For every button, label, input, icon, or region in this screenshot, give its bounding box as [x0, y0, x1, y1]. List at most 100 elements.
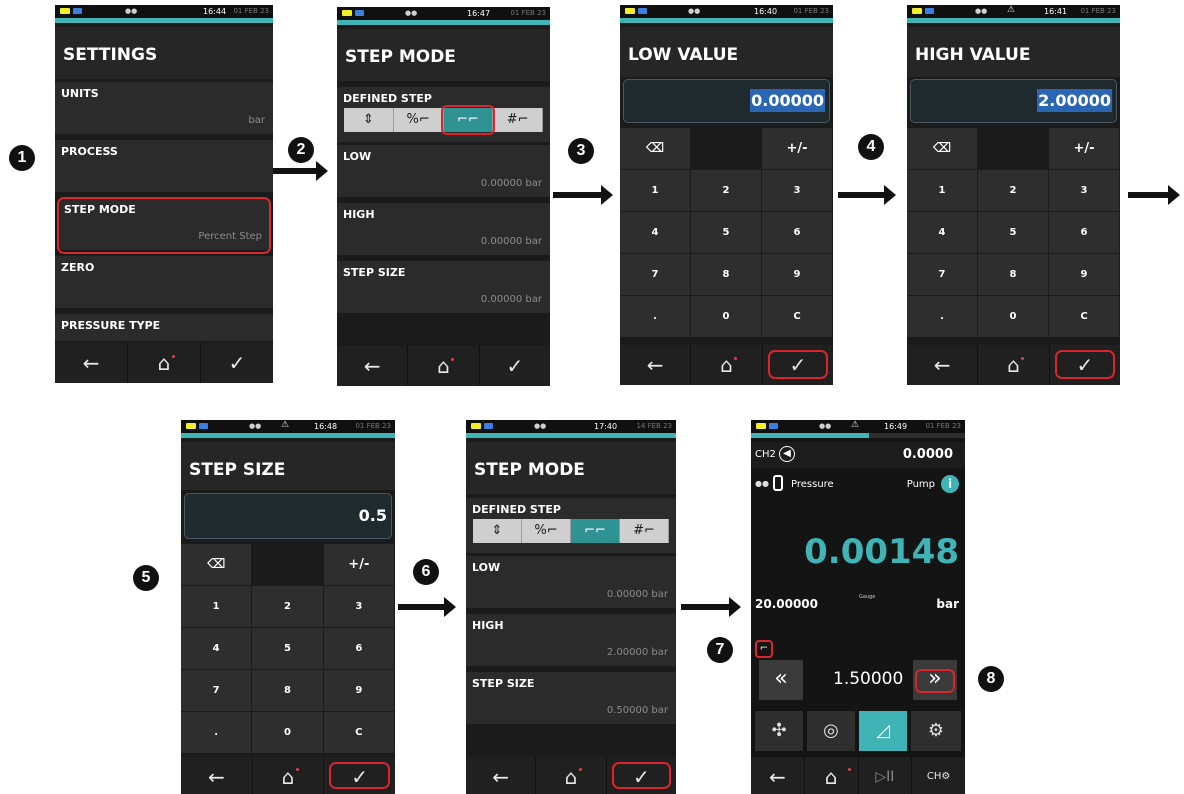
menu-item-units[interactable]: UNITS bar: [55, 82, 273, 137]
confirm-button[interactable]: ✓: [763, 345, 833, 385]
field-high[interactable]: HIGH 2.00000 bar: [466, 614, 676, 669]
plus-minus-key[interactable]: +/-: [323, 544, 395, 586]
key-clear[interactable]: C: [1049, 296, 1120, 338]
key-1[interactable]: 1: [907, 170, 978, 212]
key-6[interactable]: 6: [762, 212, 833, 254]
value-entry-field[interactable]: 2.00000: [910, 79, 1117, 123]
field-value: 2.00000 bar: [606, 647, 668, 658]
key-3[interactable]: 3: [1049, 170, 1120, 212]
step-up-button[interactable]: »: [913, 660, 957, 700]
leak-test-button[interactable]: ◎: [807, 711, 855, 751]
home-button[interactable]: ⌂: [691, 345, 763, 385]
value-entry-field[interactable]: 0.5: [184, 493, 392, 539]
back-button[interactable]: ←: [466, 757, 537, 794]
back-button[interactable]: ←: [751, 757, 805, 794]
back-button[interactable]: ←: [620, 345, 692, 385]
home-button[interactable]: ⌂: [128, 343, 201, 383]
step-down-button[interactable]: «: [759, 660, 803, 700]
field-low[interactable]: LOW 0.00000 bar: [337, 145, 550, 200]
key-8[interactable]: 8: [691, 254, 762, 296]
confirm-button[interactable]: ✓: [480, 346, 550, 386]
home-button[interactable]: ⌂: [536, 757, 607, 794]
menu-item-pressure-type[interactable]: PRESSURE TYPE: [55, 314, 273, 344]
plus-minus-key[interactable]: +/-: [1049, 128, 1120, 170]
menu-item-zero[interactable]: ZERO: [55, 256, 273, 311]
channel-settings-button[interactable]: CH⚙: [912, 757, 965, 794]
key-6[interactable]: 6: [323, 628, 395, 670]
backspace-key[interactable]: ⌫: [620, 128, 691, 170]
back-button[interactable]: ←: [337, 346, 409, 386]
count-step-icon[interactable]: #⌐: [493, 108, 543, 132]
field-label: HIGH: [472, 619, 504, 632]
settings-gear-button[interactable]: ⚙: [911, 711, 961, 751]
key-8[interactable]: 8: [978, 254, 1049, 296]
back-button[interactable]: ←: [55, 343, 128, 383]
span-step-icon[interactable]: ⇕: [344, 108, 394, 132]
key-decimal[interactable]: .: [907, 296, 978, 338]
confirm-button[interactable]: ✓: [201, 343, 273, 383]
count-step-icon[interactable]: #⌐: [620, 519, 669, 543]
key-8[interactable]: 8: [252, 670, 324, 712]
step-mode-indicator-icon[interactable]: ⌐: [755, 640, 773, 658]
defined-step-icon[interactable]: ⌐⌐: [571, 519, 620, 543]
field-step-size[interactable]: STEP SIZE 0.00000 bar: [337, 261, 550, 316]
confirm-button[interactable]: ✓: [324, 757, 395, 794]
key-clear[interactable]: C: [323, 712, 395, 754]
key-clear[interactable]: C: [762, 296, 833, 338]
key-9[interactable]: 9: [762, 254, 833, 296]
key-4[interactable]: 4: [907, 212, 978, 254]
key-0[interactable]: 0: [691, 296, 762, 338]
home-button[interactable]: ⌂: [253, 757, 325, 794]
key-2[interactable]: 2: [978, 170, 1049, 212]
confirm-button[interactable]: ✓: [1050, 345, 1120, 385]
key-5[interactable]: 5: [978, 212, 1049, 254]
key-1[interactable]: 1: [620, 170, 691, 212]
key-4[interactable]: 4: [620, 212, 691, 254]
key-7[interactable]: 7: [181, 670, 253, 712]
key-0[interactable]: 0: [978, 296, 1049, 338]
key-2[interactable]: 2: [691, 170, 762, 212]
date: 01 FEB 23: [1080, 7, 1116, 15]
key-decimal[interactable]: .: [181, 712, 253, 754]
key-3[interactable]: 3: [762, 170, 833, 212]
backspace-key[interactable]: ⌫: [907, 128, 978, 170]
field-step-size[interactable]: STEP SIZE 0.50000 bar: [466, 672, 676, 727]
page-title: SETTINGS: [55, 27, 273, 79]
menu-item-process[interactable]: PROCESS: [55, 140, 273, 195]
battery-icon: [60, 8, 70, 14]
field-low[interactable]: LOW 0.00000 bar: [466, 556, 676, 611]
key-5[interactable]: 5: [691, 212, 762, 254]
home-button[interactable]: ⌂: [408, 346, 480, 386]
span-step-icon[interactable]: ⇕: [473, 519, 522, 543]
key-0[interactable]: 0: [252, 712, 324, 754]
key-7[interactable]: 7: [620, 254, 691, 296]
step-up-highlight: [915, 669, 955, 693]
confirm-button[interactable]: ✓: [607, 757, 676, 794]
key-5[interactable]: 5: [252, 628, 324, 670]
home-button[interactable]: ⌂: [805, 757, 859, 794]
vent-mode-button[interactable]: ✣: [755, 711, 803, 751]
key-7[interactable]: 7: [907, 254, 978, 296]
home-button[interactable]: ⌂: [978, 345, 1050, 385]
key-1[interactable]: 1: [181, 586, 253, 628]
backspace-key[interactable]: ⌫: [181, 544, 253, 586]
pump-info-icon[interactable]: i: [941, 475, 959, 493]
value-entry-field[interactable]: 0.00000: [623, 79, 830, 123]
key-decimal[interactable]: .: [620, 296, 691, 338]
play-pause-button[interactable]: ▷II: [859, 757, 913, 794]
key-4[interactable]: 4: [181, 628, 253, 670]
key-3[interactable]: 3: [323, 586, 395, 628]
menu-item-value: Percent Step: [198, 231, 262, 242]
field-high[interactable]: HIGH 0.00000 bar: [337, 203, 550, 258]
plus-minus-key[interactable]: +/-: [762, 128, 833, 170]
menu-item-step-mode[interactable]: STEP MODE Percent Step: [57, 197, 271, 254]
control-mode-button[interactable]: ◿: [859, 711, 907, 751]
key-9[interactable]: 9: [1049, 254, 1120, 296]
percent-step-icon[interactable]: %⌐: [394, 108, 444, 132]
key-2[interactable]: 2: [252, 586, 324, 628]
key-9[interactable]: 9: [323, 670, 395, 712]
percent-step-icon[interactable]: %⌐: [522, 519, 571, 543]
back-button[interactable]: ←: [907, 345, 979, 385]
key-6[interactable]: 6: [1049, 212, 1120, 254]
back-button[interactable]: ←: [181, 757, 253, 794]
